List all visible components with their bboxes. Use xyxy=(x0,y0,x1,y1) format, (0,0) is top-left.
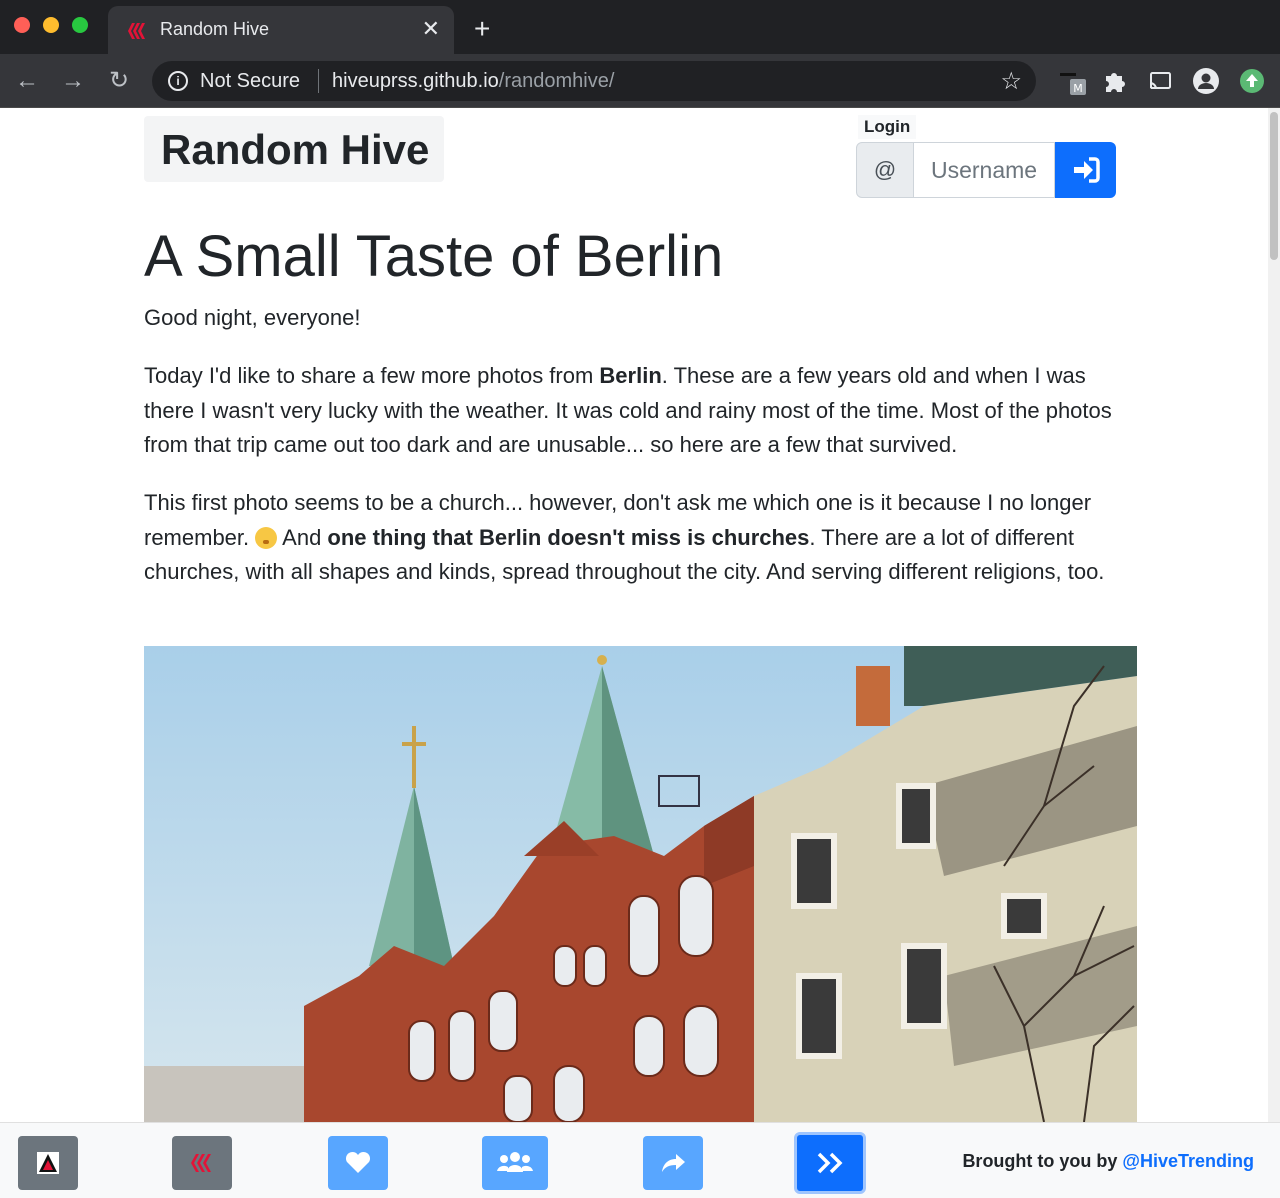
shushing-face-emoji-icon xyxy=(255,526,278,549)
login-button[interactable] xyxy=(1055,142,1116,198)
hive-icon xyxy=(191,1154,211,1172)
browser-tab-bar: Random Hive ✕ + xyxy=(0,0,1280,54)
p3-bold-churches: one thing that Berlin doesn't miss is ch… xyxy=(327,524,810,550)
not-secure-label: Not Secure xyxy=(200,70,301,92)
bottom-action-bar: Brought to you by @HiveTrending xyxy=(0,1122,1280,1198)
reload-icon[interactable]: ↻ xyxy=(104,66,134,96)
berlin-church-photo xyxy=(144,646,1137,1122)
next-post-button[interactable] xyxy=(794,1132,866,1194)
scrollbar-thumb[interactable] xyxy=(1270,112,1278,260)
forward-icon[interactable]: → xyxy=(58,66,88,96)
p2-bold-berlin: Berlin xyxy=(599,363,662,388)
address-bar[interactable]: i Not Secure hiveuprss.github.io/randomh… xyxy=(152,61,1036,101)
brand-link[interactable]: Random Hive xyxy=(144,116,444,182)
extension-m-icon[interactable]: M xyxy=(1058,67,1086,95)
tab-random-hive[interactable]: Random Hive ✕ xyxy=(108,6,454,54)
post-title: A Small Taste of Berlin xyxy=(144,224,724,289)
login-form: @ xyxy=(856,142,1116,198)
browser-toolbar: ← → ↻ i Not Secure hiveuprss.github.io/r… xyxy=(0,54,1280,108)
login-label: Login xyxy=(858,115,917,139)
new-tab-icon[interactable]: + xyxy=(474,14,490,44)
share-button[interactable] xyxy=(643,1136,703,1190)
p2-text-a: Today I'd like to share a few more photo… xyxy=(144,363,600,388)
bookmark-star-icon[interactable]: ☆ xyxy=(1000,67,1022,96)
credit-prefix: Brought to you by xyxy=(962,1151,1123,1171)
peakd-icon xyxy=(37,1152,59,1174)
omnibox-divider xyxy=(318,69,319,93)
sign-in-icon xyxy=(1074,157,1100,183)
close-window-button[interactable] xyxy=(14,17,30,33)
post-paragraph-2: Today I'd like to share a few more photo… xyxy=(144,359,1140,463)
community-button[interactable] xyxy=(482,1136,548,1190)
tab-title: Random Hive xyxy=(160,19,270,39)
credit-text: Brought to you by @HiveTrending xyxy=(962,1151,1254,1172)
peakd-button[interactable] xyxy=(18,1136,78,1190)
users-icon xyxy=(497,1152,533,1172)
hive-button[interactable] xyxy=(172,1136,232,1190)
url-path: /randomhive/ xyxy=(498,70,615,92)
back-icon[interactable]: ← xyxy=(12,66,42,96)
update-icon[interactable] xyxy=(1238,67,1266,95)
at-prefix: @ xyxy=(856,142,914,198)
cast-icon[interactable] xyxy=(1146,67,1174,95)
maximize-window-button[interactable] xyxy=(72,17,88,33)
extensions-puzzle-icon[interactable] xyxy=(1100,67,1128,95)
svg-text:M: M xyxy=(1073,82,1083,95)
hive-favicon-icon xyxy=(128,23,145,39)
hivetrending-link[interactable]: @HiveTrending xyxy=(1122,1151,1254,1171)
brand-title: Random Hive xyxy=(161,126,430,173)
minimize-window-button[interactable] xyxy=(43,17,59,33)
profile-icon[interactable] xyxy=(1192,67,1220,95)
username-input[interactable] xyxy=(913,142,1055,198)
post-paragraph-1: Good night, everyone! xyxy=(144,305,361,330)
page-scrollbar[interactable] xyxy=(1268,108,1280,1122)
tab-close-icon[interactable]: ✕ xyxy=(422,16,440,42)
share-icon xyxy=(662,1154,685,1172)
page-content: Random Hive Login @ A Small Taste of Ber… xyxy=(0,108,1280,1198)
p3-text-b: And xyxy=(277,524,328,550)
url-host: hiveuprss.github.io xyxy=(332,70,499,92)
heart-icon xyxy=(345,1151,371,1173)
url-text[interactable]: hiveuprss.github.io/randomhive/ xyxy=(332,70,614,93)
info-icon[interactable]: i xyxy=(168,71,188,91)
next-icon xyxy=(817,1152,843,1174)
upvote-button[interactable] xyxy=(328,1136,388,1190)
post-paragraph-3: This first photo seems to be a church...… xyxy=(144,486,1140,590)
